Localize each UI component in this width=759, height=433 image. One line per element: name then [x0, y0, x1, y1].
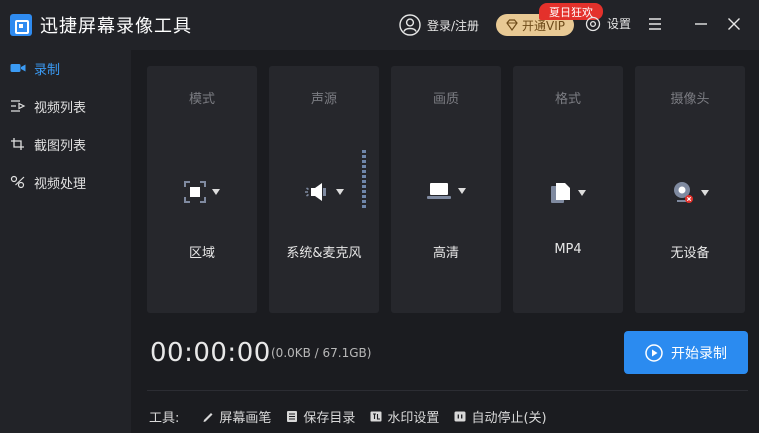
- card-value: 系统&麦克风: [286, 246, 362, 261]
- auto-stop-icon: [454, 411, 466, 421]
- sidebar-item-label: 录制: [34, 62, 61, 78]
- tools-bar: 工具: 屏幕画笔 保存目录 水印设置 自动停止(关): [149, 407, 547, 426]
- sidebar-item-video-tools[interactable]: 视频处理: [0, 164, 131, 200]
- close-icon[interactable]: [727, 17, 741, 31]
- volume-meter: [362, 150, 366, 208]
- pen-icon: [203, 412, 213, 422]
- menu-icon[interactable]: [648, 17, 662, 31]
- start-recording-button[interactable]: 开始录制: [624, 331, 748, 374]
- main-panel: 模式 区域 声源 系统&麦克风 画质 高清 格式 MP4 摄像头 无设备 00:…: [131, 50, 759, 433]
- app-logo: [10, 14, 32, 36]
- mode-card[interactable]: 模式 区域: [147, 66, 257, 313]
- card-value: MP4: [554, 242, 582, 257]
- sidebar-item-label: 视频处理: [34, 176, 87, 192]
- auto-stop-button[interactable]: 自动停止(关): [454, 407, 547, 426]
- file-icon: [551, 183, 570, 203]
- title-bar: 迅捷屏幕录像工具 登录/注册 开通VIP 夏日狂欢 设置: [0, 0, 759, 50]
- format-dropdown[interactable]: [513, 181, 623, 205]
- laptop-icon: [427, 183, 451, 199]
- settings-button[interactable]: 设置: [585, 15, 631, 32]
- screenshot-list-icon: [11, 138, 24, 150]
- login-label: 登录/注册: [427, 18, 480, 33]
- storage-info: (0.0KB / 67.1GB): [271, 346, 372, 360]
- login-button[interactable]: 登录/注册: [399, 13, 479, 37]
- card-title: 画质: [432, 92, 459, 107]
- chevron-down-icon: [701, 190, 709, 196]
- screen-pen-button[interactable]: 屏幕画笔: [202, 407, 271, 426]
- sidebar-item-screenshot-list[interactable]: 截图列表: [0, 126, 131, 162]
- format-card[interactable]: 格式 MP4: [513, 66, 623, 313]
- settings-label: 设置: [607, 17, 632, 31]
- tool-label: 屏幕画笔: [219, 410, 272, 426]
- sidebar-item-record[interactable]: 录制: [0, 50, 131, 86]
- watermark-icon: [370, 411, 382, 421]
- card-value: 区域: [188, 246, 215, 261]
- mode-dropdown[interactable]: [147, 181, 257, 203]
- card-value: 高清: [432, 246, 459, 261]
- webcam-icon: [674, 182, 693, 203]
- chevron-down-icon: [458, 188, 466, 194]
- gear-icon: [585, 16, 601, 31]
- start-recording-label: 开始录制: [671, 345, 727, 362]
- chevron-down-icon: [212, 189, 220, 195]
- play-icon: [645, 343, 663, 362]
- minimize-icon[interactable]: [694, 17, 708, 31]
- video-tools-icon: [10, 175, 25, 189]
- webcam-card[interactable]: 摄像头 无设备: [635, 66, 745, 313]
- folder-icon: [287, 410, 298, 422]
- tools-label: 工具:: [149, 410, 180, 426]
- watermark-settings-button[interactable]: 水印设置: [370, 407, 439, 426]
- sidebar: 录制 视频列表 截图列表 视频处理: [0, 50, 131, 433]
- recording-timer: 00:00:00: [150, 338, 271, 368]
- save-directory-button[interactable]: 保存目录: [286, 407, 355, 426]
- video-list-icon: [11, 100, 26, 112]
- card-value: 无设备: [670, 246, 710, 261]
- audio-source-card[interactable]: 声源 系统&麦克风: [269, 66, 379, 313]
- user-icon: [399, 14, 421, 36]
- region-icon: [184, 181, 206, 203]
- card-title: 格式: [554, 92, 581, 107]
- sidebar-item-label: 截图列表: [34, 138, 87, 154]
- webcam-dropdown[interactable]: [635, 181, 745, 205]
- tool-label: 保存目录: [303, 410, 356, 426]
- quality-card[interactable]: 画质 高清: [391, 66, 501, 313]
- tool-label: 水印设置: [387, 410, 440, 426]
- speaker-icon: [305, 183, 326, 201]
- card-title: 模式: [188, 92, 215, 107]
- card-title: 声源: [310, 92, 337, 107]
- sidebar-item-label: 视频列表: [34, 100, 87, 116]
- divider: [147, 390, 748, 391]
- chevron-down-icon: [578, 190, 586, 196]
- sidebar-item-video-list[interactable]: 视频列表: [0, 88, 131, 124]
- diamond-icon: [506, 19, 518, 32]
- quality-dropdown[interactable]: [391, 181, 501, 201]
- tool-label: 自动停止(关): [471, 410, 547, 426]
- card-title: 摄像头: [670, 92, 710, 107]
- app-title: 迅捷屏幕录像工具: [40, 16, 192, 37]
- video-camera-icon: [10, 64, 26, 72]
- chevron-down-icon: [336, 189, 344, 195]
